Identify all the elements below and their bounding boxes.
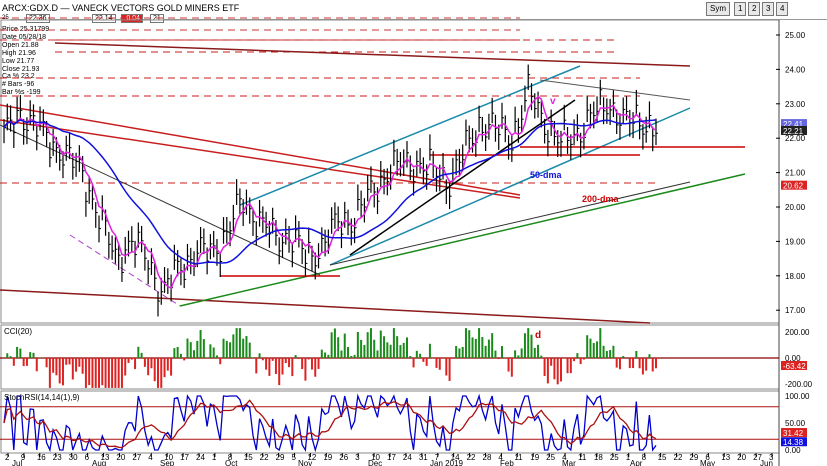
cci-annotation-d: d [535,330,541,341]
price-tick-label: 19.00 [785,237,806,246]
x-day-label: 31 [419,453,428,462]
stoch-tag-label: 14.38 [783,438,804,447]
bottom-trendline [0,289,651,324]
x-day-label: 13 [721,453,730,462]
x-day-label: 26 [339,453,348,462]
cci-title: CCI(20) [4,327,32,336]
x-day-label: 17 [387,453,396,462]
x-day-label: 25 [610,453,619,462]
price-tick-label: 18.00 [785,272,806,281]
stoch-tick-label: 100.00 [785,392,810,401]
x-day-label: 4 [148,453,153,462]
x-month-label: Jul [12,459,22,466]
chart-canvas[interactable]: 25.0024.0023.0022.0021.0020.0019.0018.00… [0,0,827,466]
stoch-title: StochRSI(14,14(1),9) [4,393,80,402]
stoch-panel-frame [0,390,780,454]
x-day-label: 19 [323,453,332,462]
grey-upper [539,79,691,101]
x-day-label: 23 [53,453,62,462]
green-uptrend [179,173,746,307]
long-downtrend [54,42,691,67]
x-day-label: 2 [5,453,10,462]
x-day-label: 20 [116,453,125,462]
x-day-label: 22 [467,453,476,462]
price-tick-label: 24.00 [785,65,806,74]
x-month-label: Mar [562,459,576,466]
x-day-label: 29 [276,453,285,462]
x-month-label: Feb [500,459,514,466]
price-tag-label: 20.62 [783,182,804,191]
x-day-label: 25 [546,453,555,462]
x-month-label: Oct [225,459,238,466]
price-tick-label: 20.00 [785,203,806,212]
x-day-label: 22 [674,453,683,462]
label-200-dma: 200-dma [582,194,620,204]
x-day-label: 15 [244,453,253,462]
stoch-k-line [3,393,657,453]
x-day-label: 11 [578,453,587,462]
x-day-label: 17 [180,453,189,462]
price-tick-label: 25.00 [785,31,806,40]
x-day-label: 29 [689,453,698,462]
x-day-label: 6 [85,453,90,462]
x-day-label: 3 [355,453,360,462]
grey-downtrend [0,124,321,276]
x-day-label: 5 [292,453,297,462]
x-day-label: 24 [196,453,205,462]
price-tag-label: 22.21 [783,127,804,136]
x-day-label: 18 [594,453,603,462]
price-tick-label: 21.00 [785,169,806,178]
stoch-tick-label: 50.00 [785,419,806,428]
cci-tick-label: 200.00 [785,328,810,337]
x-day-label: 22 [260,453,269,462]
x-month-label: Nov [298,459,312,466]
x-month-label: Jun [760,459,773,466]
x-month-label: Dec [368,459,382,466]
x-day-label: 19 [530,453,539,462]
cci-tag-label: -63.42 [783,362,806,371]
x-day-label: 16 [37,453,46,462]
x-day-label: 28 [483,453,492,462]
x-day-label: 24 [403,453,412,462]
x-month-label: Jan 2019 [430,459,463,466]
red-channel-a [0,104,521,196]
ma-short-line [3,95,657,290]
x-day-label: 30 [69,453,78,462]
x-day-label: 11 [514,453,523,462]
x-day-label: 1 [212,453,217,462]
x-day-label: 15 [658,453,667,462]
x-day-label: 27 [132,453,141,462]
grey-lower [329,181,691,266]
x-day-label: 20 [737,453,746,462]
stoch-tick-label: 0.00 [785,446,801,455]
price-tick-label: 23.00 [785,100,806,109]
price-tick-label: 17.00 [785,306,806,315]
x-month-label: May [700,459,715,466]
label-v: v [550,96,556,107]
red-channel-b [0,119,521,199]
cci-tick-label: -200.00 [785,380,813,389]
x-month-label: Aug [92,459,106,466]
stoch-tag-label: 31.42 [783,429,804,438]
x-month-label: Apr [630,459,643,466]
x-month-label: Sep [160,459,175,466]
label-50-dma: 50-dma [530,170,563,180]
